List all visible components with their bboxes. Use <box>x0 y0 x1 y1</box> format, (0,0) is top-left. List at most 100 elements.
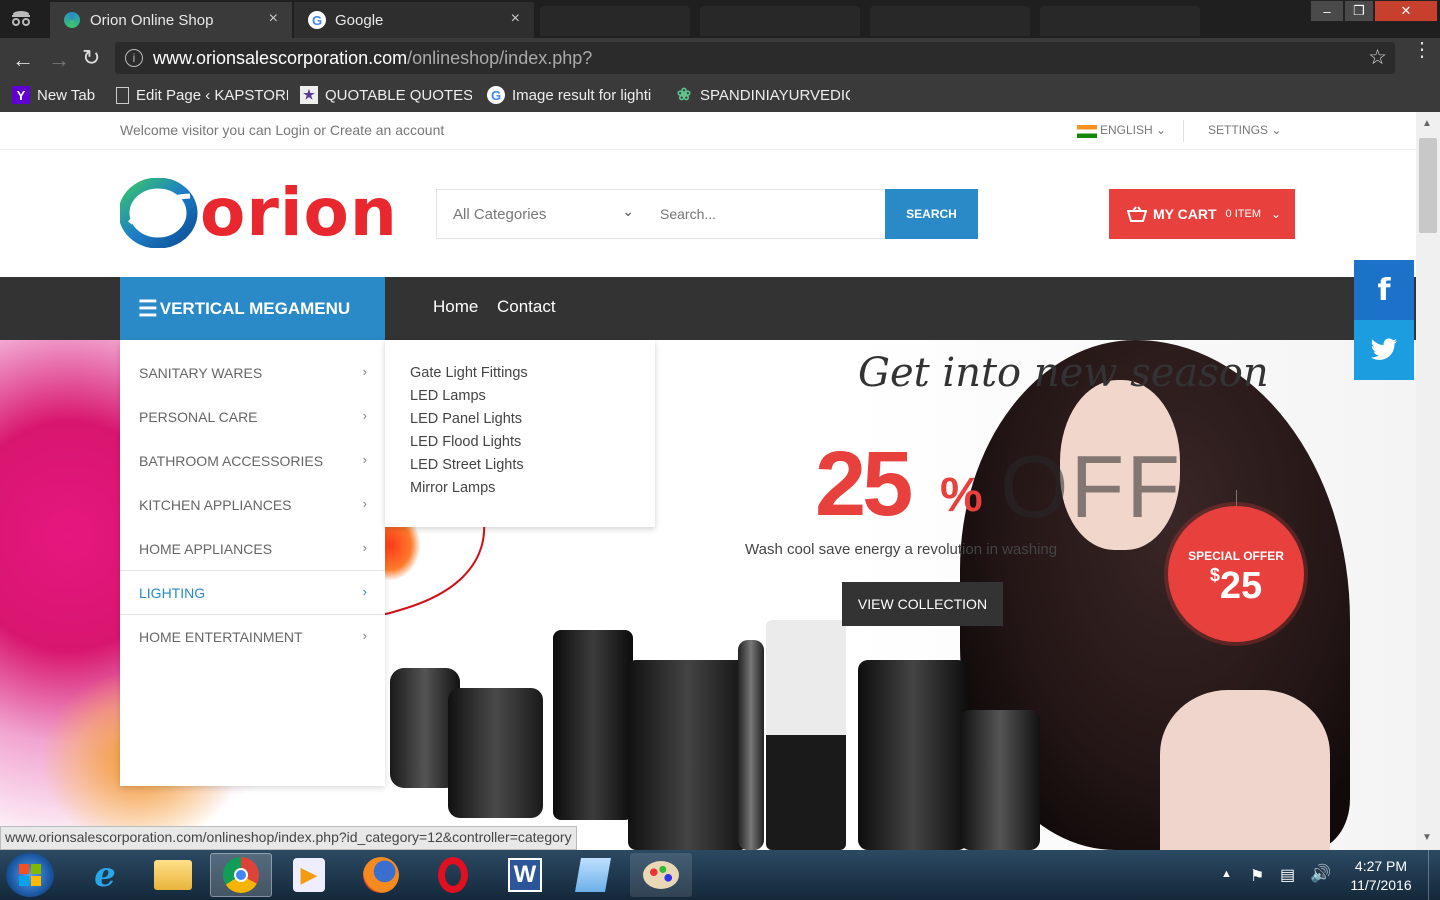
hero-tagline: Wash cool save energy a revolution in wa… <box>745 541 1058 558</box>
page-icon <box>116 86 129 104</box>
incognito-icon[interactable] <box>10 8 32 26</box>
background-tab[interactable] <box>540 6 690 36</box>
submenu-led-panel-lights[interactable]: LED Panel Lights <box>410 411 522 427</box>
google-icon: G <box>487 86 505 104</box>
hand-blender-shape <box>738 640 764 850</box>
category-label: HOME ENTERTAINMENT <box>139 629 303 645</box>
bookmark-label: SPANDINIAYURVEDIC <box>700 86 850 104</box>
tab-title: Orion Online Shop <box>90 11 214 29</box>
taskbar-file-explorer[interactable] <box>142 853 204 897</box>
category-home-appliances[interactable]: HOME APPLIANCES › <box>120 527 385 571</box>
submenu-mirror-lamps[interactable]: Mirror Lamps <box>410 480 495 496</box>
facebook-button[interactable]: f <box>1354 260 1414 320</box>
lighting-submenu: Gate Light Fittings LED Lamps LED Panel … <box>385 340 655 527</box>
category-home-entertainment[interactable]: HOME ENTERTAINMENT › <box>120 615 385 659</box>
category-label: LIGHTING <box>139 584 206 601</box>
close-tab-icon[interactable]: × <box>511 10 520 28</box>
twitter-button[interactable] <box>1354 320 1414 380</box>
taskbar-opera[interactable] <box>422 853 484 897</box>
tab-google[interactable]: G Google × <box>294 2 534 38</box>
address-bar[interactable]: i www.orionsalescorporation.com/onlinesh… <box>115 42 1395 74</box>
submenu-led-street-lights[interactable]: LED Street Lights <box>410 457 524 473</box>
info-icon[interactable]: i <box>125 49 143 67</box>
category-select[interactable]: All Categories ⌄ <box>436 189 649 239</box>
show-desktop-button[interactable] <box>1428 850 1440 900</box>
category-sanitary-wares[interactable]: SANITARY WARES › <box>120 351 385 395</box>
settings-dropdown[interactable]: SETTINGS ⌄ <box>1208 123 1281 137</box>
category-bathroom-accessories[interactable]: BATHROOM ACCESSORIES › <box>120 439 385 483</box>
bookmark-edit-page[interactable]: Edit Page ‹ KAPSTORE <box>116 84 288 106</box>
chevron-down-icon: ⌄ <box>622 203 634 219</box>
minimize-button[interactable]: – <box>1310 0 1344 22</box>
close-window-button[interactable]: ✕ <box>1374 0 1438 22</box>
submenu-gate-light-fittings[interactable]: Gate Light Fittings <box>410 365 528 381</box>
bookmark-quotable-quotes[interactable]: ★ QUOTABLE QUOTES F <box>300 84 472 106</box>
background-tab[interactable] <box>1040 6 1200 36</box>
submenu-led-flood-lights[interactable]: LED Flood Lights <box>410 434 521 450</box>
background-tab[interactable] <box>700 6 860 36</box>
chevron-right-icon: › <box>362 496 367 511</box>
taskbar-paint[interactable] <box>630 853 692 897</box>
welcome-text[interactable]: Welcome visitor you can Login or Create … <box>120 122 444 138</box>
category-select-label: All Categories <box>453 205 547 223</box>
background-tab[interactable] <box>870 6 1030 36</box>
taskbar-word[interactable]: W <box>494 853 556 897</box>
action-center-flag-icon[interactable]: ⚑ <box>1250 866 1264 886</box>
star-icon[interactable]: ☆ <box>1368 45 1387 70</box>
volume-icon[interactable]: 🔊 <box>1310 864 1331 884</box>
category-kitchen-appliances[interactable]: KITCHEN APPLIANCES › <box>120 483 385 527</box>
submenu-led-lamps[interactable]: LED Lamps <box>410 388 486 404</box>
scroll-thumb[interactable] <box>1419 138 1437 233</box>
notepad-icon <box>575 858 611 892</box>
category-label: SANITARY WARES <box>139 365 263 381</box>
my-cart-button[interactable]: MY CART 0 ITEM ⌄ <box>1109 189 1295 239</box>
taskbar-chrome[interactable] <box>210 853 272 897</box>
bookmark-label: New Tab <box>37 86 96 104</box>
search-input[interactable] <box>648 189 886 239</box>
page-scrollbar[interactable]: ▲ ▼ <box>1416 112 1440 850</box>
quote-icon: ★ <box>300 86 318 104</box>
orion-logo[interactable]: orion <box>120 174 397 251</box>
media-player-icon: ▶ <box>293 858 325 892</box>
taskbar-notepad[interactable] <box>562 853 624 897</box>
chevron-right-icon: › <box>362 452 367 467</box>
close-tab-icon[interactable]: × <box>269 10 278 28</box>
megamenu-title: VERTICAL MEGAMENU <box>159 298 351 318</box>
category-lighting[interactable]: LIGHTING › <box>120 571 385 615</box>
paint-palette-icon <box>643 861 679 889</box>
taskbar-media-player[interactable]: ▶ <box>278 853 340 897</box>
tab-orion-online-shop[interactable]: Orion Online Shop × <box>50 2 292 38</box>
vertical-megamenu-toggle[interactable]: ☰ VERTICAL MEGAMENU <box>120 277 385 340</box>
facebook-icon: f <box>1377 272 1391 308</box>
scroll-down-arrow-icon[interactable]: ▼ <box>1422 832 1432 843</box>
bookmarks-bar: Y New Tab Edit Page ‹ KAPSTORE ★ QUOTABL… <box>0 78 1440 112</box>
nav-link-contact[interactable]: Contact <box>497 297 556 317</box>
start-button[interactable] <box>6 853 54 897</box>
windows-taskbar: e ▶ W ▲ ⚑ ▤ 🔊 4:27 PM 11/7/2016 <box>0 850 1440 900</box>
orion-swirl-icon <box>120 178 198 248</box>
coffee-maker-shape <box>553 630 633 820</box>
taskbar-clock[interactable]: 4:27 PM 11/7/2016 <box>1340 857 1422 895</box>
main-navbar: ☰ VERTICAL MEGAMENU Home Contact <box>0 277 1416 340</box>
search-button[interactable]: SEARCH <box>885 189 978 239</box>
chevron-right-icon: › <box>362 408 367 423</box>
network-icon[interactable]: ▤ <box>1280 865 1295 885</box>
bookmark-image-result[interactable]: G Image result for lighti <box>487 84 662 106</box>
forward-icon[interactable]: → <box>48 47 70 73</box>
taskbar-firefox[interactable] <box>350 853 412 897</box>
bookmark-spandini[interactable]: ❀ SPANDINIAYURVEDIC <box>675 84 850 106</box>
language-selector[interactable]: ENGLISH ⌄ <box>1100 123 1166 137</box>
category-personal-care[interactable]: PERSONAL CARE › <box>120 395 385 439</box>
restore-button[interactable]: ❐ <box>1344 0 1374 22</box>
leaf-icon: ❀ <box>676 85 692 104</box>
scroll-up-arrow-icon[interactable]: ▲ <box>1422 118 1432 129</box>
bookmark-new-tab[interactable]: Y New Tab <box>12 84 112 106</box>
tab-title: Google <box>335 11 384 29</box>
view-collection-button[interactable]: VIEW COLLECTION <box>842 582 1003 626</box>
back-icon[interactable]: ← <box>12 47 34 73</box>
taskbar-internet-explorer[interactable]: e <box>74 853 136 897</box>
nav-link-home[interactable]: Home <box>433 297 478 317</box>
show-hidden-icons-icon[interactable]: ▲ <box>1221 868 1232 880</box>
reload-icon[interactable]: ↻ <box>82 45 100 71</box>
menu-icon[interactable]: ⋮ <box>1412 40 1432 60</box>
